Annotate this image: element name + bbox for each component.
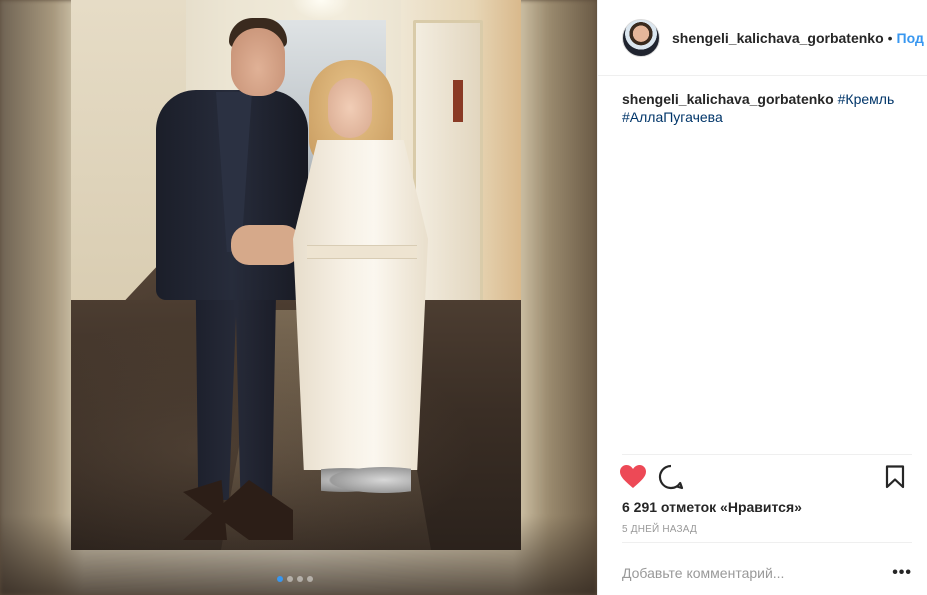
comment-input[interactable] bbox=[622, 565, 862, 581]
follow-button[interactable]: Под bbox=[897, 30, 924, 46]
actions-divider bbox=[622, 454, 912, 455]
likes-count[interactable]: 6 291 отметок «Нравится» bbox=[622, 499, 802, 515]
carousel-dot[interactable] bbox=[287, 576, 293, 582]
header-separator: • bbox=[887, 29, 893, 46]
post-media[interactable] bbox=[0, 0, 597, 595]
post-caption: shengeli_kalichava_gorbatenko #Кремль #Ал… bbox=[622, 90, 912, 126]
comment-form: ••• bbox=[622, 556, 912, 590]
photo-door-sign bbox=[453, 80, 463, 122]
like-button[interactable] bbox=[618, 462, 648, 492]
carousel-dot[interactable] bbox=[297, 576, 303, 582]
hashtag-link[interactable]: #Кремль bbox=[838, 91, 895, 107]
save-button[interactable] bbox=[880, 462, 910, 492]
carousel-indicator bbox=[277, 576, 313, 582]
post-sidebar: shengeli_kalichava_gorbatenko • Под shen… bbox=[597, 0, 927, 595]
post-photo[interactable] bbox=[71, 0, 521, 550]
photo-man-hands bbox=[231, 225, 301, 265]
post-timestamp[interactable]: 5 ДНЕЙ НАЗАД bbox=[622, 524, 697, 535]
photo-ceiling-light bbox=[291, 0, 351, 20]
hashtag-link[interactable]: #АллаПугачева bbox=[622, 109, 723, 125]
post-actions bbox=[618, 462, 914, 494]
photo-woman-white-coat bbox=[293, 140, 428, 470]
caption-username-link[interactable]: shengeli_kalichava_gorbatenko bbox=[622, 91, 834, 107]
comment-icon bbox=[658, 464, 684, 490]
comment-divider bbox=[622, 542, 912, 543]
photo-woman-face bbox=[328, 78, 372, 138]
carousel-dot[interactable] bbox=[307, 576, 313, 582]
photo-woman-shoes bbox=[321, 465, 411, 495]
header-username-link[interactable]: shengeli_kalichava_gorbatenko bbox=[672, 30, 884, 46]
bookmark-icon bbox=[885, 465, 905, 489]
avatar[interactable] bbox=[622, 18, 660, 57]
photo-woman-coat-belt bbox=[307, 245, 417, 259]
carousel-dot[interactable] bbox=[277, 576, 283, 582]
comment-button[interactable] bbox=[656, 462, 686, 492]
photo-man-face bbox=[231, 28, 285, 96]
more-options-button[interactable]: ••• bbox=[892, 564, 912, 582]
heart-icon bbox=[620, 465, 646, 488]
post-header: shengeli_kalichava_gorbatenko • Под bbox=[598, 0, 927, 76]
